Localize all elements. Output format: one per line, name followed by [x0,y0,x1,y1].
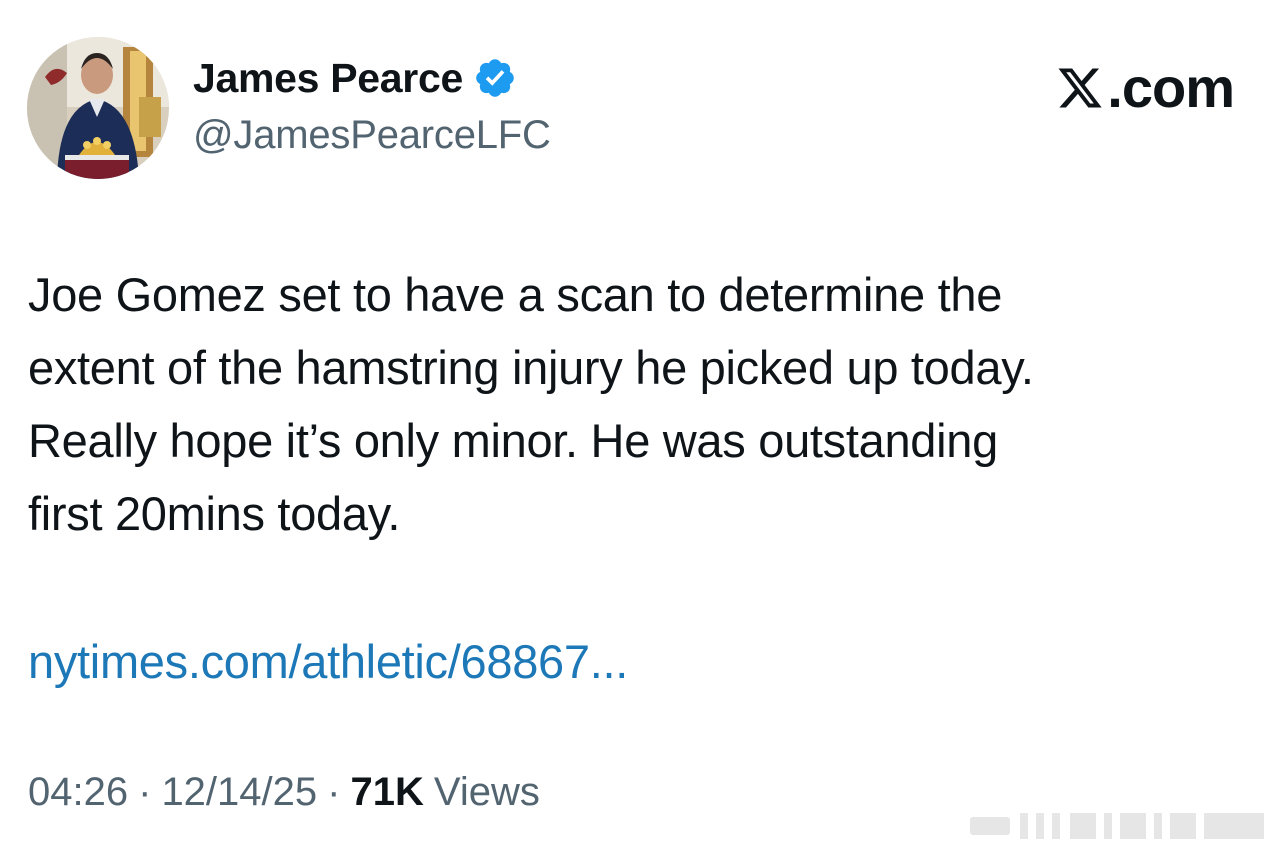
meta-separator: · [138,770,152,814]
tweet-text-line: extent of the hamstring injury he picked… [28,341,1034,394]
watermark-graphic [970,813,1264,839]
tweet-text: Joe Gomez set to have a scan to determin… [28,258,1258,550]
author-name-row[interactable]: James Pearce [193,50,517,106]
article-link[interactable]: nytimes.com/athletic/68867... [28,627,628,697]
verified-badge-icon [473,56,517,100]
tweet-text-line: first 20mins today. [28,487,401,540]
x-logo-text: .com [1107,56,1235,119]
tweet-meta: 04:26 · 12/14/25 · 71K Views [28,770,540,815]
tweet-text-line: Joe Gomez set to have a scan to determin… [28,268,1003,321]
avatar[interactable] [27,37,169,179]
avatar-photo [27,37,169,179]
x-logo-icon [1055,64,1105,112]
author-display-name[interactable]: James Pearce [193,55,463,102]
tweet-text-line: Really hope it’s only minor. He was outs… [28,414,998,467]
views-label: Views [433,770,540,814]
tweet-time[interactable]: 04:26 [28,770,128,815]
x-com-logo: .com [1055,55,1235,120]
author-handle[interactable]: @JamesPearceLFC [193,113,551,158]
meta-separator: · [327,770,341,814]
views-count: 71K [350,770,424,814]
tweet-date[interactable]: 12/14/25 [161,770,317,815]
